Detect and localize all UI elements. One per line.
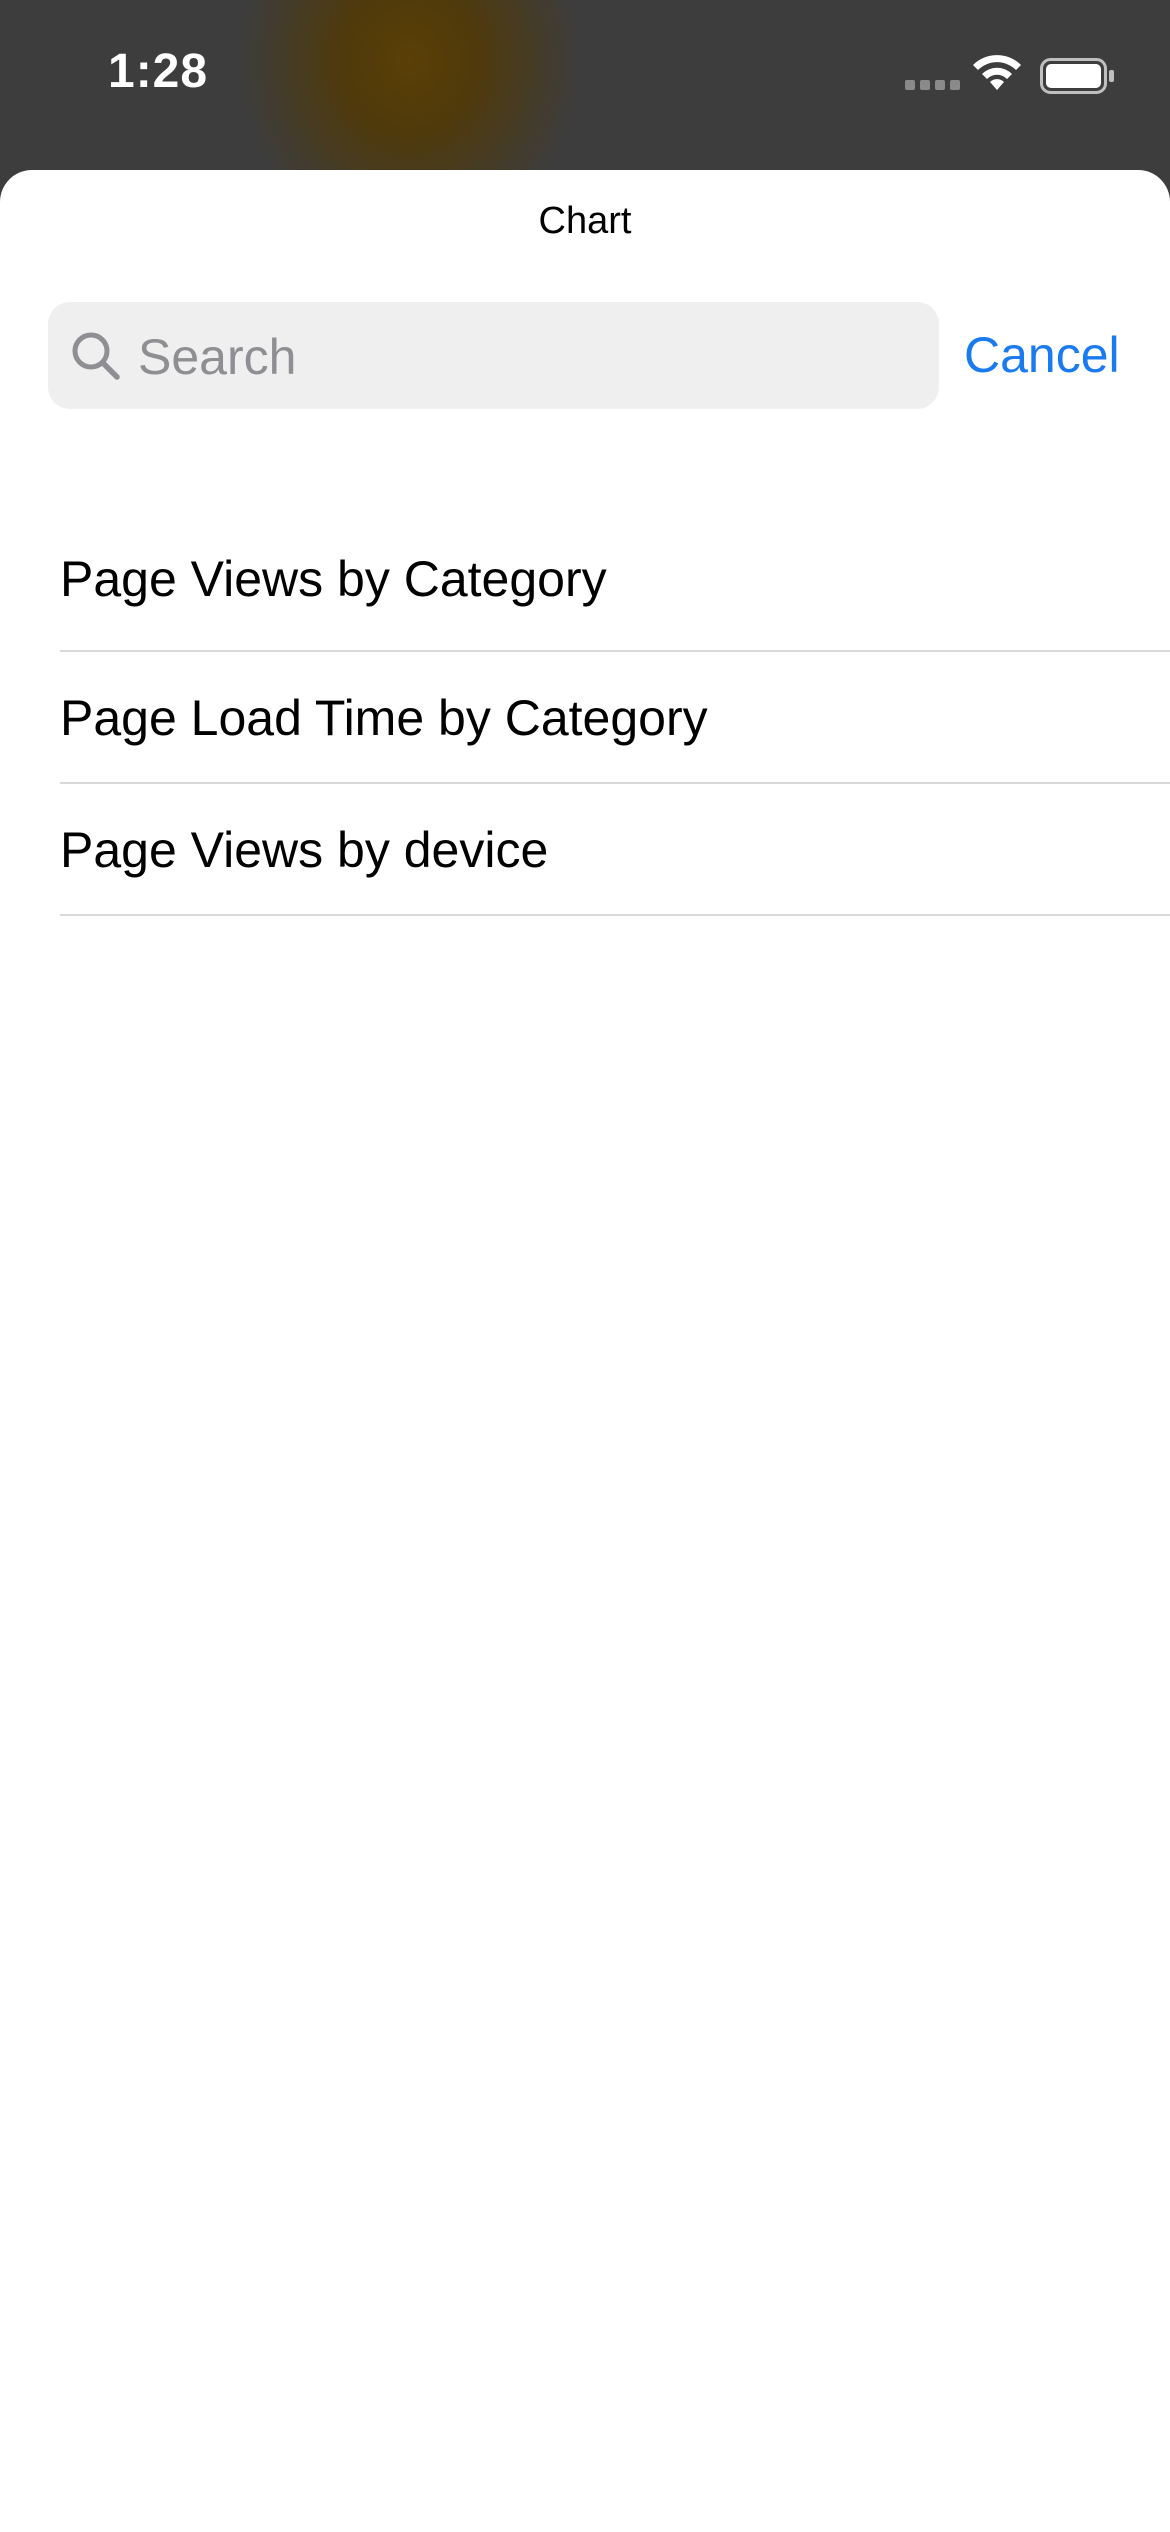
chart-picker-sheet: Chart Search Cancel Page Views by Catego… — [0, 170, 1170, 2532]
list-item[interactable]: Page Views by Category — [60, 520, 1170, 652]
list-item[interactable]: Page Load Time by Category — [60, 652, 1170, 784]
search-placeholder: Search — [138, 329, 297, 385]
list-item-label: Page Views by device — [60, 822, 549, 878]
status-time: 1:28 — [108, 45, 209, 98]
sheet-title: Chart — [538, 200, 632, 242]
list-item[interactable]: Page Views by device — [60, 784, 1170, 916]
cellular-signal-icon — [905, 80, 961, 90]
battery-icon — [1040, 58, 1114, 94]
list-item-label: Page Load Time by Category — [60, 690, 708, 746]
wifi-icon — [973, 55, 1021, 90]
chart-list: Page Views by Category Page Load Time by… — [60, 520, 1170, 916]
cancel-button[interactable]: Cancel — [964, 326, 1120, 384]
search-input[interactable]: Search — [48, 302, 939, 409]
search-icon — [72, 332, 120, 380]
list-item-label: Page Views by Category — [60, 551, 607, 607]
status-bar: 1:28 — [0, 0, 1170, 170]
